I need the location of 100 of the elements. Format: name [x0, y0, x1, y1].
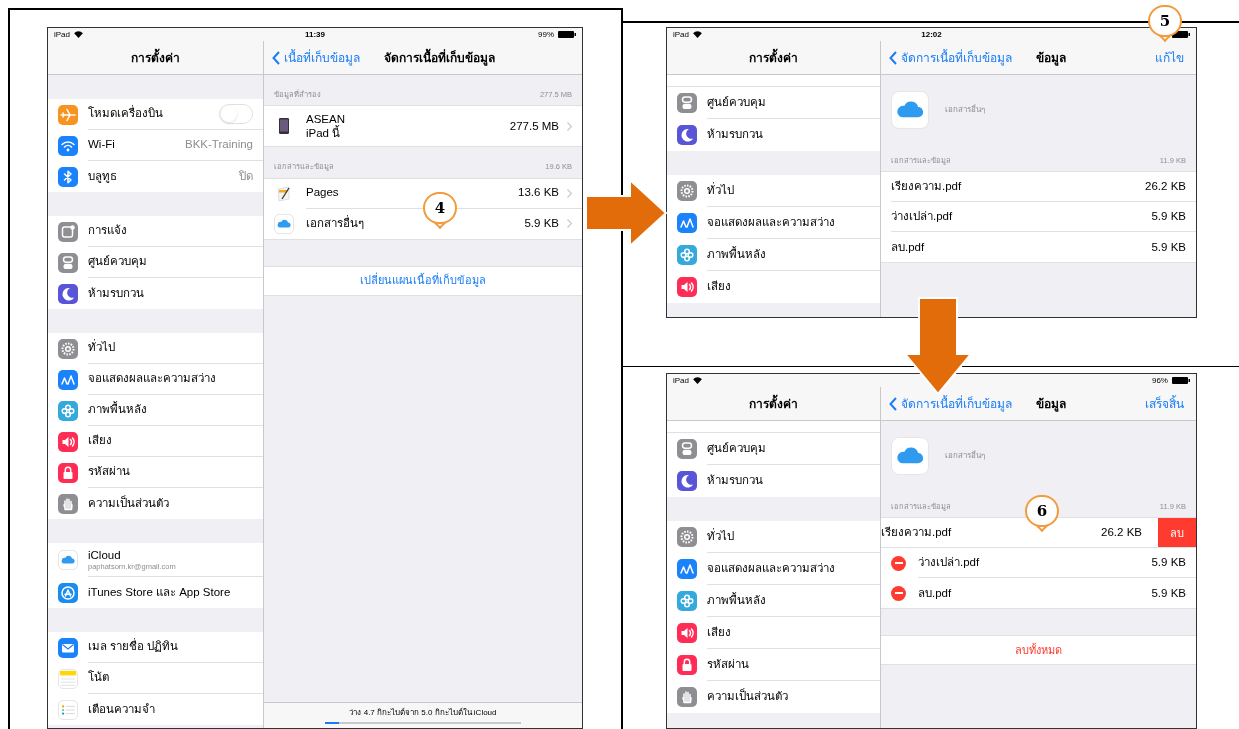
- back-button[interactable]: จัดการเนื้อที่เก็บข้อมูล: [889, 394, 1012, 413]
- wifi-icon: [58, 135, 78, 156]
- settings-row[interactable]: ห้ามรบกวน: [48, 278, 263, 309]
- row-label: จอแสดงผลและความสว่าง: [707, 214, 835, 230]
- delete-minus-icon[interactable]: [891, 585, 906, 601]
- settings-row[interactable]: ศูนย์ควบคุม: [48, 247, 263, 278]
- delete-minus-icon[interactable]: [891, 555, 906, 571]
- row-label: เสียง: [707, 279, 731, 295]
- settings-row[interactable]: ศูนย์ควบคุม: [667, 87, 880, 119]
- settings-icon: [677, 181, 697, 201]
- file-row[interactable]: ว่างเปล่า.pdf 5.9 KB: [881, 548, 1196, 579]
- file-row[interactable]: ว่างเปล่า.pdf 5.9 KB: [881, 202, 1196, 233]
- delete-button[interactable]: ลบ: [1158, 518, 1196, 548]
- settings-row[interactable]: จอแสดงผลและความสว่าง: [667, 553, 880, 585]
- toggle-switch[interactable]: [219, 104, 253, 124]
- speaker-icon: [677, 623, 697, 643]
- action-button[interactable]: เปลี่ยนแผนเนื้อที่เก็บข้อมูล: [264, 265, 582, 296]
- row-title: ว่างเปล่า.pdf: [891, 209, 953, 225]
- notes-icon: [58, 668, 78, 689]
- nav-title: ข้อมูล: [1036, 49, 1066, 67]
- row-title: Pages: [306, 185, 339, 201]
- app-name: เอกสารอื่นๆ: [945, 104, 985, 116]
- battery-percent: 96%: [1151, 374, 1168, 387]
- settings-row[interactable]: บลูทูธ ปิด: [48, 161, 263, 192]
- settings-row[interactable]: รหัสผ่าน: [48, 457, 263, 488]
- action-button[interactable]: ลบทั้งหมด: [881, 635, 1196, 666]
- hand-icon: [58, 493, 78, 514]
- cloud-icon: [58, 550, 78, 570]
- letters-icon: [58, 369, 78, 390]
- chevron-icon: [567, 188, 572, 198]
- battery-percent: 99%: [538, 28, 554, 41]
- row-label: การแจ้ง: [88, 223, 127, 239]
- settings-icon: [58, 338, 78, 359]
- speaker-icon: [58, 431, 78, 452]
- settings-row[interactable]: โน้ต: [48, 663, 263, 694]
- row-label: เสียง: [707, 624, 731, 640]
- nav-action-button[interactable]: เสร็จสิ้น: [1145, 394, 1184, 413]
- settings-row[interactable]: เมล รายชื่อ ปฏิทิน: [48, 632, 263, 663]
- battery-icon: [558, 31, 576, 38]
- chevron-icon: [567, 219, 572, 228]
- row-label: Wi-Fi: [88, 137, 115, 153]
- file-row[interactable]: เรียงความ.pdf 26.2 KB: [881, 172, 1196, 203]
- notification-icon: [58, 221, 78, 242]
- storage-row[interactable]: ASEAN iPad นี้ 277.5 MB: [264, 106, 582, 147]
- row-label: ศูนย์ควบคุม: [707, 94, 766, 111]
- wifi-signal-icon: [693, 31, 702, 38]
- sidebar-title: การตั้งค่า: [749, 48, 798, 67]
- nav-title: ข้อมูล: [1036, 395, 1066, 413]
- back-button[interactable]: จัดการเนื้อที่เก็บข้อมูล: [889, 48, 1012, 67]
- settings-row[interactable]: ภาพพื้นหลัง: [48, 395, 263, 426]
- moon-icon: [677, 125, 697, 145]
- file-row[interactable]: ลบ.pdf 5.9 KB: [881, 232, 1196, 263]
- carrier-label: iPad: [54, 28, 70, 41]
- row-label: เมล รายชื่อ ปฏิทิน: [88, 638, 179, 655]
- flower-icon: [58, 400, 78, 421]
- settings-row[interactable]: ความเป็นส่วนตัว: [667, 681, 880, 713]
- row-label: จอแสดงผลและความสว่าง: [707, 560, 835, 576]
- settings-row[interactable]: ทั่วไป: [667, 521, 880, 553]
- row-label: รหัสผ่าน: [707, 656, 749, 672]
- settings-row[interactable]: Wi-Fi BKK-Training: [48, 130, 263, 161]
- envelope-icon: [58, 637, 78, 658]
- settings-row[interactable]: จอแสดงผลและความสว่าง: [48, 364, 263, 395]
- row-value: ปิด: [239, 168, 253, 184]
- settings-row[interactable]: ภาพพื้นหลัง: [667, 239, 880, 271]
- settings-row[interactable]: เสียง: [667, 617, 880, 649]
- back-button[interactable]: เนื้อที่เก็บข้อมูล: [272, 48, 360, 67]
- settings-row[interactable]: การแจ้ง: [48, 216, 263, 247]
- settings-row[interactable]: ห้ามรบกวน: [667, 465, 880, 497]
- settings-row[interactable]: ทั่วไป: [48, 333, 263, 364]
- settings-row[interactable]: ห้ามรบกวน: [667, 119, 880, 151]
- row-size: 5.9 KB: [524, 215, 559, 231]
- settings-row[interactable]: ศูนย์ควบคุม: [667, 433, 880, 465]
- row-label: เสียง: [88, 433, 112, 449]
- row-label: ศูนย์ควบคุม: [88, 254, 147, 270]
- row-label: ทั่วไป: [707, 527, 734, 544]
- nav-action-button[interactable]: แก้ไข: [1155, 48, 1184, 67]
- lock-icon: [677, 655, 697, 675]
- carrier-label: iPad: [673, 374, 689, 387]
- settings-row[interactable]: เสียง: [667, 271, 880, 303]
- row-size: 5.9 KB: [1151, 585, 1186, 601]
- row-label: ศูนย์ควบคุม: [707, 440, 766, 457]
- settings-row[interactable]: เตือนความจำ: [48, 694, 263, 725]
- settings-row[interactable]: รหัสผ่าน: [667, 649, 880, 681]
- row-label: ภาพพื้นหลัง: [88, 401, 147, 418]
- settings-row[interactable]: ภาพพื้นหลัง: [667, 585, 880, 617]
- settings-row[interactable]: โหมดเครื่องบิน: [48, 99, 263, 130]
- row-title: เรียงความ.pdf: [891, 179, 962, 195]
- cloud-icon: [891, 91, 929, 129]
- settings-row[interactable]: iTunes Store และ App Store: [48, 577, 263, 608]
- file-row[interactable]: ลบ.pdf 5.9 KB: [881, 578, 1196, 609]
- row-label: ห้ามรบกวน: [707, 127, 763, 143]
- flower-icon: [677, 591, 697, 611]
- settings-row[interactable]: ความเป็นส่วนตัว: [48, 488, 263, 519]
- battery-icon: [1172, 377, 1190, 384]
- row-label: จอแสดงผลและความสว่าง: [88, 371, 216, 387]
- row-label: ความเป็นส่วนตัว: [88, 494, 169, 511]
- row-label: ทั่วไป: [707, 181, 734, 198]
- settings-row[interactable]: ทั่วไป: [667, 175, 880, 207]
- settings-row[interactable]: จอแสดงผลและความสว่าง: [667, 207, 880, 239]
- settings-row[interactable]: เสียง: [48, 426, 263, 457]
